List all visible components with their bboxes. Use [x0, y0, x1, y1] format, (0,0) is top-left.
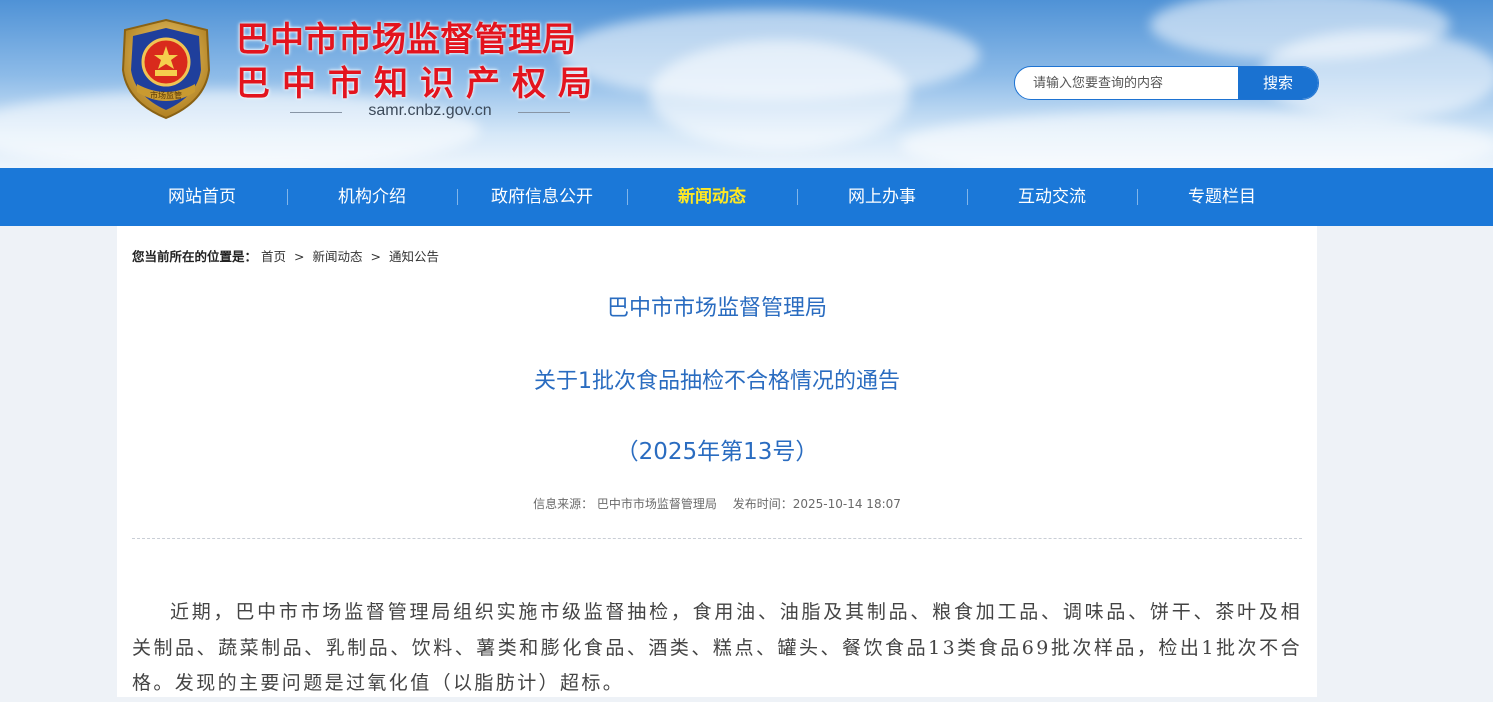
- breadcrumb-separator: >: [370, 249, 381, 264]
- site-domain: samr.cnbz.gov.cn: [290, 102, 570, 120]
- breadcrumb-link-notices[interactable]: 通知公告: [389, 249, 439, 264]
- cloud-decoration: [900, 110, 1493, 168]
- article-title-line-1: 巴中市市场监督管理局: [606, 296, 827, 321]
- search-box: 搜索: [1014, 66, 1319, 100]
- nav-item-topics[interactable]: 专题栏目: [1137, 168, 1307, 226]
- nav-item-home[interactable]: 网站首页: [117, 168, 287, 226]
- article-meta: 信息来源： 巴中市市场监督管理局 发布时间：2025-10-14 18:07: [117, 495, 1317, 512]
- article-body-paragraph: 近期，巴中市市场监督管理局组织实施市级监督抽检，食用油、油脂及其制品、粮食加工品…: [132, 601, 1302, 694]
- samr-emblem-logo[interactable]: 市场监管: [117, 18, 215, 122]
- nav-item-interaction[interactable]: 互动交流: [967, 168, 1137, 226]
- article-title-line-2: 关于1批次食品抽检不合格情况的通告: [534, 369, 900, 394]
- article-title-line-3: （2025年第13号）: [615, 439, 819, 465]
- site-header: 市场监管 巴中市市场监督管理局 巴中市知识产权局 samr.cnbz.gov.c…: [0, 0, 1493, 168]
- breadcrumb-prefix: 您当前所在的位置是：: [132, 249, 258, 264]
- breadcrumb-link-news[interactable]: 新闻动态: [312, 249, 362, 264]
- search-input[interactable]: [1015, 67, 1237, 99]
- site-title[interactable]: 巴中市市场监督管理局 巴中市知识产权局: [236, 18, 604, 106]
- article-publish-time: 发布时间：2025-10-14 18:07: [732, 497, 901, 511]
- article-panel: 您当前所在的位置是： 首页 > 新闻动态 > 通知公告 巴中市市场监督管理局 关…: [117, 226, 1317, 697]
- nav-item-gov-info[interactable]: 政府信息公开: [457, 168, 627, 226]
- divider: [132, 538, 1302, 539]
- breadcrumb-separator: >: [294, 249, 305, 264]
- article-source: 信息来源： 巴中市市场监督管理局: [533, 497, 717, 511]
- main-nav: 网站首页 机构介绍 政府信息公开 新闻动态 网上办事 互动交流 专题栏目: [0, 168, 1493, 226]
- nav-item-about[interactable]: 机构介绍: [287, 168, 457, 226]
- emblem-text: 市场监管: [150, 90, 182, 100]
- search-button[interactable]: 搜索: [1238, 67, 1318, 99]
- site-title-line-2: 巴中市知识产权局: [236, 64, 604, 104]
- nav-item-news[interactable]: 新闻动态: [627, 168, 797, 226]
- cloud-decoration: [650, 40, 910, 150]
- breadcrumb-link-home[interactable]: 首页: [261, 249, 286, 264]
- site-title-line-1: 巴中市市场监督管理局: [236, 20, 576, 60]
- nav-item-online-services[interactable]: 网上办事: [797, 168, 967, 226]
- breadcrumb: 您当前所在的位置是： 首页 > 新闻动态 > 通知公告: [132, 246, 439, 265]
